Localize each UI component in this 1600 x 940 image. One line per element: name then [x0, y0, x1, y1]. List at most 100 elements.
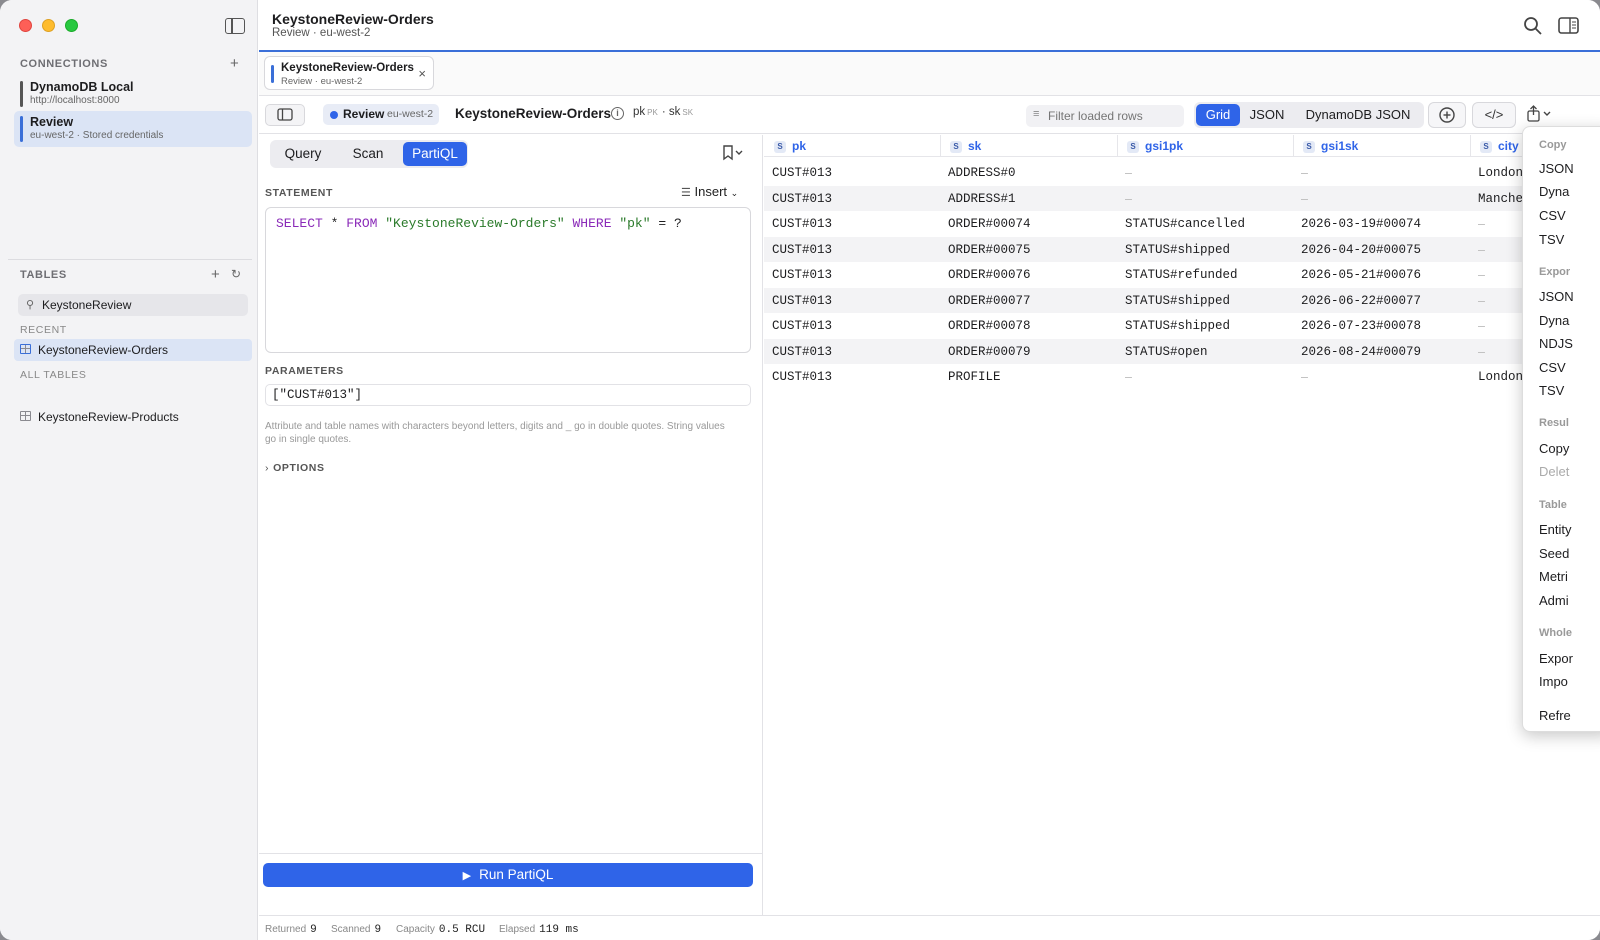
column-header-4[interactable]: Scity: [1480, 139, 1519, 153]
table-cell: –: [1478, 268, 1485, 282]
menu-item[interactable]: JSON: [1539, 161, 1574, 176]
table-cell: STATUS#shipped: [1125, 242, 1231, 257]
column-separator[interactable]: [1117, 135, 1118, 157]
environment-badge: Review eu-west-2: [323, 104, 439, 125]
column-header-0[interactable]: Spk: [774, 139, 806, 153]
table-item[interactable]: KeystoneReview-Products: [14, 406, 252, 428]
menu-item[interactable]: Dyna: [1539, 184, 1569, 199]
table-cell: ORDER#00077: [948, 293, 1031, 308]
menu-item[interactable]: Seed: [1539, 546, 1569, 561]
add-item-button[interactable]: [1428, 102, 1466, 128]
scanned-stat: Scanned 9: [331, 924, 381, 936]
code-button[interactable]: </>: [1472, 102, 1516, 128]
sql-text: = ?: [650, 216, 682, 231]
options-disclosure[interactable]: › OPTIONS: [265, 462, 325, 474]
bookmark-menu-button[interactable]: [721, 145, 747, 164]
view-grid-button[interactable]: Grid: [1196, 104, 1240, 126]
parameters-input[interactable]: ["CUST#013"]: [265, 384, 751, 406]
close-tab-icon[interactable]: ×: [418, 66, 426, 81]
environment-dot: [330, 111, 338, 119]
filter-input[interactable]: [1048, 107, 1178, 125]
table-cell: –: [1301, 191, 1308, 206]
view-dynamodb-json-button[interactable]: DynamoDB JSON: [1294, 104, 1422, 126]
tables-header: TABLES: [20, 269, 67, 281]
menu-item[interactable]: Admi: [1539, 593, 1569, 608]
type-badge: S: [950, 141, 962, 153]
menu-item[interactable]: Refre: [1539, 708, 1571, 723]
table-cell: CUST#013: [772, 268, 833, 282]
table-cell: Manche: [1478, 191, 1524, 206]
menu-item[interactable]: CSV: [1539, 360, 1566, 375]
table-cell: ORDER#00078: [948, 319, 1031, 333]
add-connection-icon[interactable]: +: [230, 56, 239, 71]
menu-item[interactable]: Dyna: [1539, 313, 1569, 328]
menu-item[interactable]: Metri: [1539, 569, 1568, 584]
elapsed-stat: Elapsed 119 ms: [499, 924, 579, 936]
sidebar-toggle-icon[interactable]: [225, 18, 245, 34]
parameters-label: PARAMETERS: [265, 365, 344, 377]
window-title: KeystoneReview-Orders: [272, 11, 434, 27]
inspector-icon[interactable]: [1558, 16, 1580, 36]
table-row[interactable]: CUST#013 ORDER#00076 STATUS#refunded 2026-0…: [764, 262, 1600, 288]
quoting-hint: Attribute and table names with character…: [265, 421, 725, 445]
table-search-input[interactable]: [42, 296, 242, 314]
menu-item[interactable]: JSON: [1539, 289, 1574, 304]
column-header-3[interactable]: Sgsi1sk: [1303, 139, 1358, 153]
statement-editor[interactable]: SELECT * FROM "KeystoneReview-Orders" WH…: [265, 207, 751, 353]
connection-color-bar: [20, 81, 23, 107]
all-tables-header: ALL TABLES: [20, 369, 87, 381]
column-separator[interactable]: [1470, 135, 1471, 157]
table-row[interactable]: CUST#013 ORDER#00074 STATUS#cancelled 2026-…: [764, 211, 1600, 237]
menu-item[interactable]: NDJS: [1539, 336, 1573, 351]
column-header-2[interactable]: Sgsi1pk: [1127, 139, 1183, 153]
panel-toggle-button[interactable]: [265, 104, 305, 126]
menu-section-header: Expor: [1539, 266, 1571, 278]
table-cell: PROFILE: [948, 370, 1001, 384]
menu-item[interactable]: Entity: [1539, 522, 1572, 537]
tab-keystone-orders[interactable]: KeystoneReview-Orders Review · eu-west-2…: [264, 56, 434, 90]
insert-menu-button[interactable]: ☰ Insert ⌄: [681, 184, 738, 199]
table-row[interactable]: CUST#013 ADDRESS#1 – – Manche: [764, 185, 1600, 211]
table-cell: CUST#013: [772, 293, 833, 308]
chevron-down-icon: ⌄: [730, 188, 739, 198]
minimize-window-button[interactable]: [42, 19, 55, 32]
table-row[interactable]: CUST#013 ORDER#00077 STATUS#shipped 2026-06…: [764, 287, 1600, 313]
table-row[interactable]: CUST#013 PROFILE – – London: [764, 364, 1600, 390]
info-icon[interactable]: i: [611, 107, 624, 120]
play-icon: ▶: [462, 870, 472, 882]
column-separator[interactable]: [940, 135, 941, 157]
share-menu-button[interactable]: [1526, 105, 1554, 126]
view-json-button[interactable]: JSON: [1242, 104, 1292, 126]
column-header-1[interactable]: Ssk: [950, 139, 981, 153]
menu-item[interactable]: TSV: [1539, 232, 1564, 247]
column-separator[interactable]: [1293, 135, 1294, 157]
mode-partiql-tab[interactable]: PartiQL: [403, 142, 467, 166]
menu-item[interactable]: CSV: [1539, 208, 1566, 223]
table-row[interactable]: CUST#013 ADDRESS#0 – – London: [764, 160, 1600, 186]
refresh-icon[interactable]: ↻: [231, 267, 241, 281]
menu-item[interactable]: TSV: [1539, 383, 1564, 398]
capacity-stat: Capacity 0.5 RCU: [396, 924, 485, 936]
close-window-button[interactable]: [19, 19, 32, 32]
results-grid: Spk Ssk Sgsi1pk Sgsi1sk Scity CUST#013 ADDRES…: [764, 135, 1600, 915]
menu-item[interactable]: Delet: [1539, 464, 1569, 479]
search-icon[interactable]: [1523, 16, 1545, 36]
mode-scan-tab[interactable]: Scan: [337, 142, 399, 166]
connection-item-review[interactable]: Review eu-west-2 · Stored credentials: [14, 111, 252, 147]
recent-table-item[interactable]: KeystoneReview-Orders: [14, 339, 252, 361]
sql-keyword: WHERE: [572, 216, 612, 231]
grid-header: Spk Ssk Sgsi1pk Sgsi1sk Scity: [764, 135, 1600, 157]
menu-item[interactable]: Impo: [1539, 674, 1568, 689]
column-name: gsi1sk: [1321, 139, 1359, 153]
table-row[interactable]: CUST#013 ORDER#00079 STATUS#open 2026-08-24…: [764, 338, 1600, 364]
menu-item[interactable]: Expor: [1539, 651, 1573, 666]
add-table-icon[interactable]: +: [211, 267, 220, 282]
run-partiql-button[interactable]: ▶ Run PartiQL: [263, 863, 753, 887]
table-row[interactable]: CUST#013 ORDER#00078 STATUS#shipped 2026-07…: [764, 313, 1600, 339]
zoom-window-button[interactable]: [65, 19, 78, 32]
menu-item[interactable]: Copy: [1539, 441, 1569, 456]
table-row[interactable]: CUST#013 ORDER#00075 STATUS#shipped 2026-04…: [764, 236, 1600, 262]
mode-query-tab[interactable]: Query: [273, 142, 333, 166]
main-area: KeystoneReview-Orders Review · eu-west-2…: [259, 0, 1600, 940]
connection-item-local[interactable]: DynamoDB Local http://localhost:8000: [14, 76, 252, 112]
